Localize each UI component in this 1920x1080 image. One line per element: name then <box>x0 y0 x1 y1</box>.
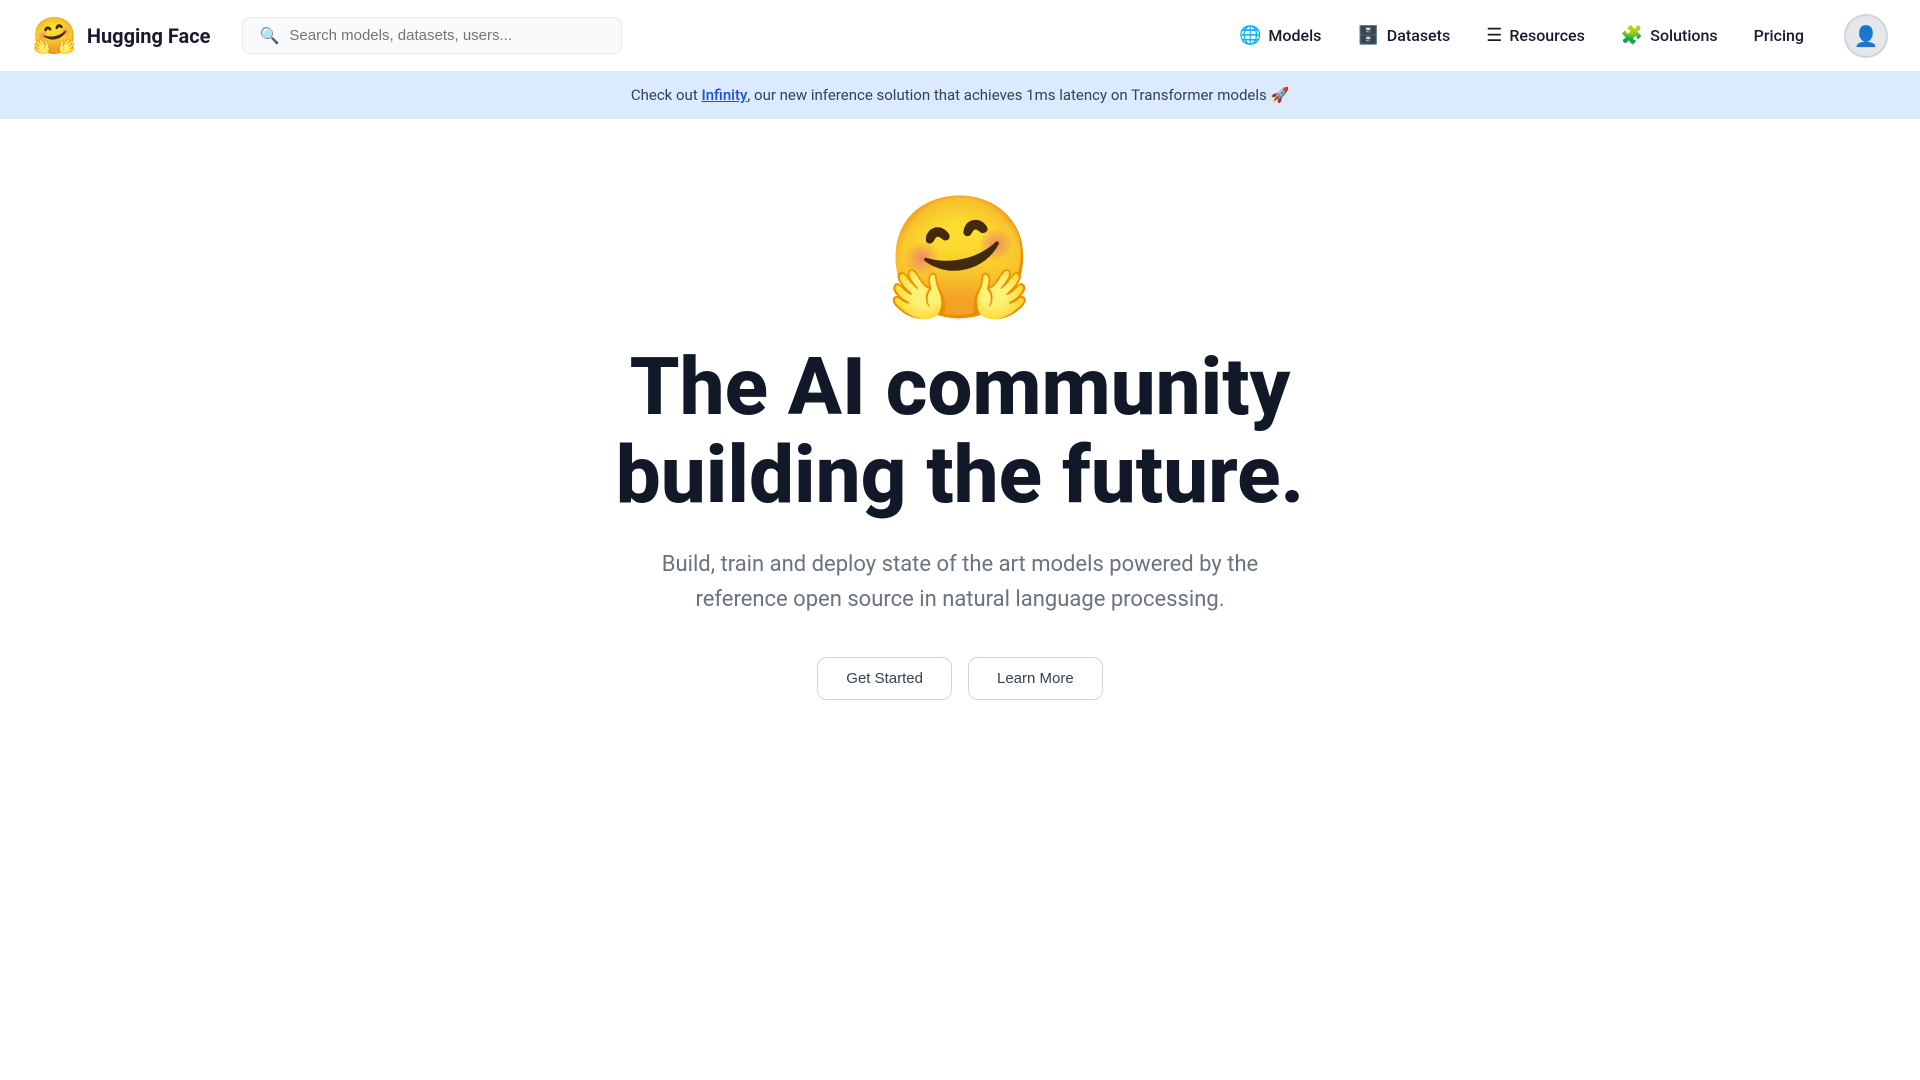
hero-title-line2: building the future. <box>616 428 1305 522</box>
hero-buttons: Get Started Learn More <box>817 657 1102 700</box>
announcement-link[interactable]: Infinity <box>701 86 747 104</box>
search-bar[interactable]: 🔍 <box>242 17 622 54</box>
announcement-banner: Check out Infinity, our new inference so… <box>0 72 1920 119</box>
logo-link[interactable]: 🤗 Hugging Face <box>32 18 210 54</box>
hero-subtitle: Build, train and deploy state of the art… <box>640 547 1280 617</box>
nav-link-datasets[interactable]: 🗄️ Datasets <box>1341 17 1466 54</box>
solutions-icon: 🧩 <box>1621 25 1643 46</box>
navbar: 🤗 Hugging Face 🔍 🌐 Models 🗄️ Datasets ☰ … <box>0 0 1920 72</box>
datasets-icon: 🗄️ <box>1357 25 1379 46</box>
resources-icon: ☰ <box>1486 25 1502 46</box>
hero-title-line1: The AI community <box>630 340 1291 434</box>
nav-link-resources[interactable]: ☰ Resources <box>1470 17 1601 54</box>
nav-links: 🌐 Models 🗄️ Datasets ☰ Resources 🧩 Solut… <box>1223 17 1820 54</box>
user-avatar[interactable]: 👤 <box>1844 14 1888 58</box>
get-started-button[interactable]: Get Started <box>817 657 952 700</box>
models-icon: 🌐 <box>1239 25 1261 46</box>
pricing-label: Pricing <box>1754 26 1804 45</box>
nav-label-datasets: Datasets <box>1387 26 1450 45</box>
announcement-text-after: , our new inference solution that achiev… <box>747 86 1289 104</box>
logo-emoji: 🤗 <box>32 18 77 54</box>
logo-text: Hugging Face <box>87 24 211 48</box>
hero-title: The AI community building the future. <box>616 343 1305 519</box>
nav-label-solutions: Solutions <box>1650 26 1717 45</box>
avatar-icon: 👤 <box>1854 24 1879 48</box>
announcement-text-before: Check out <box>631 86 702 104</box>
nav-link-models[interactable]: 🌐 Models <box>1223 17 1337 54</box>
nav-link-solutions[interactable]: 🧩 Solutions <box>1605 17 1734 54</box>
hero-section: 🤗 The AI community building the future. … <box>0 119 1920 740</box>
learn-more-button[interactable]: Learn More <box>968 657 1103 700</box>
search-input[interactable] <box>289 27 605 44</box>
nav-label-resources: Resources <box>1509 26 1585 45</box>
nav-label-models: Models <box>1268 26 1321 45</box>
search-icon: 🔍 <box>259 26 279 45</box>
nav-link-pricing[interactable]: Pricing <box>1738 18 1820 53</box>
hero-emoji: 🤗 <box>885 199 1034 319</box>
